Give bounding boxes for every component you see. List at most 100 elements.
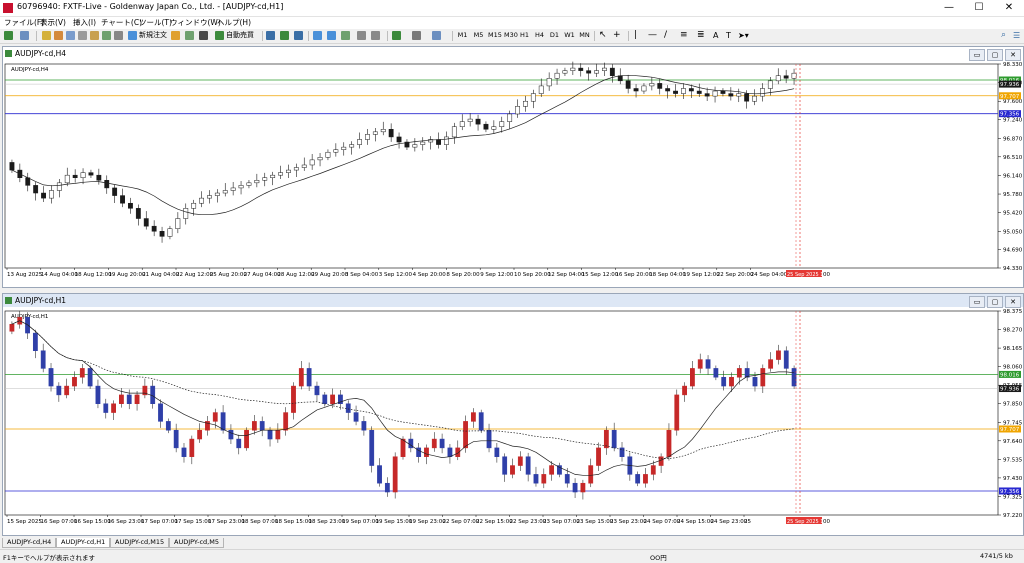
close-button[interactable]: ✕	[994, 0, 1024, 16]
menu-insert[interactable]: 挿入(I)	[73, 17, 96, 29]
candle-body	[696, 90, 702, 94]
candle-body	[728, 93, 734, 97]
chart-window-h4-titlebar[interactable]: AUDJPY-cd,H4 ▭ ▢ ✕	[3, 47, 1023, 61]
menu-chart[interactable]: チャート(C)	[101, 17, 142, 29]
bar-chart-icon[interactable]	[266, 31, 275, 40]
chart-h4-minimize-button[interactable]: ▭	[969, 49, 985, 61]
vertical-line-icon[interactable]: |	[634, 30, 637, 41]
zoom-out-icon[interactable]	[327, 31, 336, 40]
candle-body	[713, 368, 719, 378]
chart-h1-close-button[interactable]: ✕	[1005, 296, 1021, 308]
chart-h1-maximize-button[interactable]: ▢	[987, 296, 1003, 308]
new-order-button[interactable]: 新規注文	[139, 30, 167, 41]
auto-trade-icon[interactable]	[215, 31, 224, 40]
arrows-icon[interactable]: ➤▾	[738, 30, 749, 41]
tab-audjpy-m15[interactable]: AUDJPY-cd,M15	[110, 538, 170, 548]
terminal-icon[interactable]	[78, 31, 87, 40]
market-watch-icon[interactable]	[42, 31, 51, 40]
candle-body	[744, 93, 750, 102]
candle-body	[396, 136, 402, 143]
indicators-icon[interactable]	[392, 31, 401, 40]
candle-body	[167, 228, 173, 237]
timeframe-m15[interactable]: M15	[488, 30, 502, 41]
chart-h4-maximize-button[interactable]: ▢	[987, 49, 1003, 61]
candle-body	[649, 83, 655, 87]
chart-icon	[5, 297, 12, 304]
price-tick-label: 94.330	[1003, 266, 1023, 272]
options-icon[interactable]	[102, 31, 111, 40]
maximize-button[interactable]: ☐	[964, 0, 994, 16]
pencil-icon[interactable]	[199, 31, 208, 40]
menu-view[interactable]: 表示(V)	[40, 17, 66, 29]
chart-window-h4[interactable]: AUDJPY-cd,H4 ▭▢✕ AUDJPY-cd,H498.33097.97…	[2, 46, 1024, 288]
tester-icon[interactable]	[90, 31, 99, 40]
cursor-tool-icon[interactable]: ↖	[599, 30, 607, 41]
candle-body	[159, 231, 165, 237]
chart-h4-close-button[interactable]: ✕	[1005, 49, 1021, 61]
horizontal-line-icon[interactable]: —	[648, 30, 657, 41]
timeframe-w1[interactable]: W1	[563, 30, 576, 41]
chart-shift-icon[interactable]	[371, 31, 380, 40]
chart-h4-canvas[interactable]: AUDJPY-cd,H498.33097.97097.60097.24096.8…	[3, 61, 1023, 286]
line-chart-icon[interactable]	[294, 31, 303, 40]
crosshair-icon[interactable]: +	[613, 30, 621, 41]
timeframe-m1[interactable]: M1	[456, 30, 469, 41]
timeframe-h1[interactable]: H1	[518, 30, 531, 41]
menu-bar: ファイル(F) 表示(V) 挿入(I) チャート(C) ツール(T) ウィンドウ…	[0, 17, 1024, 29]
new-order-icon[interactable]	[128, 31, 137, 40]
candle-body	[275, 429, 281, 440]
auto-trade-button[interactable]: 自動売買	[226, 30, 254, 41]
label-tool-icon[interactable]: T	[726, 30, 731, 41]
tile-windows-icon[interactable]	[341, 31, 350, 40]
timeframe-m5[interactable]: M5	[472, 30, 485, 41]
history-icon[interactable]	[114, 31, 123, 40]
candle-body	[197, 429, 203, 440]
navigator-icon[interactable]	[66, 31, 75, 40]
timeframe-d1[interactable]: D1	[548, 30, 561, 41]
periods-icon[interactable]	[412, 31, 421, 40]
autoscroll-icon[interactable]	[357, 31, 366, 40]
price-tick-label: 97.325	[1003, 494, 1023, 500]
fibonacci-icon[interactable]: ≣	[697, 30, 705, 41]
menu-tools[interactable]: ツール(T)	[139, 17, 172, 29]
tab-audjpy-m5[interactable]: AUDJPY-cd,M5	[169, 538, 224, 548]
menu-file[interactable]: ファイル(F)	[4, 17, 44, 29]
price-tick-label: 97.745	[1003, 420, 1023, 426]
chat-icon[interactable]: ☰	[1013, 30, 1020, 41]
templates-icon[interactable]	[432, 31, 441, 40]
candlestick-icon[interactable]	[280, 31, 289, 40]
candle-body	[220, 412, 226, 431]
minimize-button[interactable]: —	[934, 0, 964, 16]
candle-body	[533, 474, 539, 484]
candle-body	[301, 164, 307, 168]
text-tool-icon[interactable]: A	[713, 30, 718, 41]
search-icon[interactable]: ⌕	[1001, 30, 1006, 41]
candle-body	[120, 195, 125, 204]
candle-body	[530, 93, 536, 102]
candle-body	[791, 72, 797, 79]
chart-h1-minimize-button[interactable]: ▭	[969, 296, 985, 308]
zoom-in-icon[interactable]	[313, 31, 322, 40]
menu-help[interactable]: ヘルプ(H)	[217, 17, 251, 29]
timeframe-h4[interactable]: H4	[533, 30, 546, 41]
channel-icon[interactable]: ≡	[680, 30, 688, 41]
new-chart-icon[interactable]	[4, 31, 13, 40]
candle-body	[286, 169, 291, 173]
timeframe-m30[interactable]: M30	[504, 30, 518, 41]
tab-audjpy-h1[interactable]: AUDJPY-cd,H1	[56, 538, 111, 548]
time-tick-label: 15 Sep 12:00	[582, 272, 619, 278]
candle-body	[325, 151, 331, 158]
trendline-icon[interactable]: /	[664, 30, 667, 41]
candle-body	[236, 438, 242, 449]
menu-window[interactable]: ウィンドウ(W)	[170, 17, 221, 29]
timeframe-mn[interactable]: MN	[578, 30, 591, 41]
chart-window-h1[interactable]: AUDJPY-cd,H1 ▭▢✕ AUDJPY-cd,H1 98.375 98.27…	[2, 293, 1024, 536]
profiles-icon[interactable]	[20, 31, 29, 40]
data-window-icon[interactable]	[54, 31, 63, 40]
signals-icon[interactable]	[185, 31, 194, 40]
tab-audjpy-h4[interactable]: AUDJPY-cd,H4	[2, 538, 57, 548]
chart-window-h1-titlebar[interactable]: AUDJPY-cd,H1 ▭ ▢ ✕	[3, 294, 1023, 308]
candle-body	[665, 88, 671, 92]
chart-h1-canvas[interactable]: AUDJPY-cd,H198.37598.27098.16598.06097.9…	[3, 308, 1023, 534]
metaeditor-icon[interactable]	[171, 31, 180, 40]
